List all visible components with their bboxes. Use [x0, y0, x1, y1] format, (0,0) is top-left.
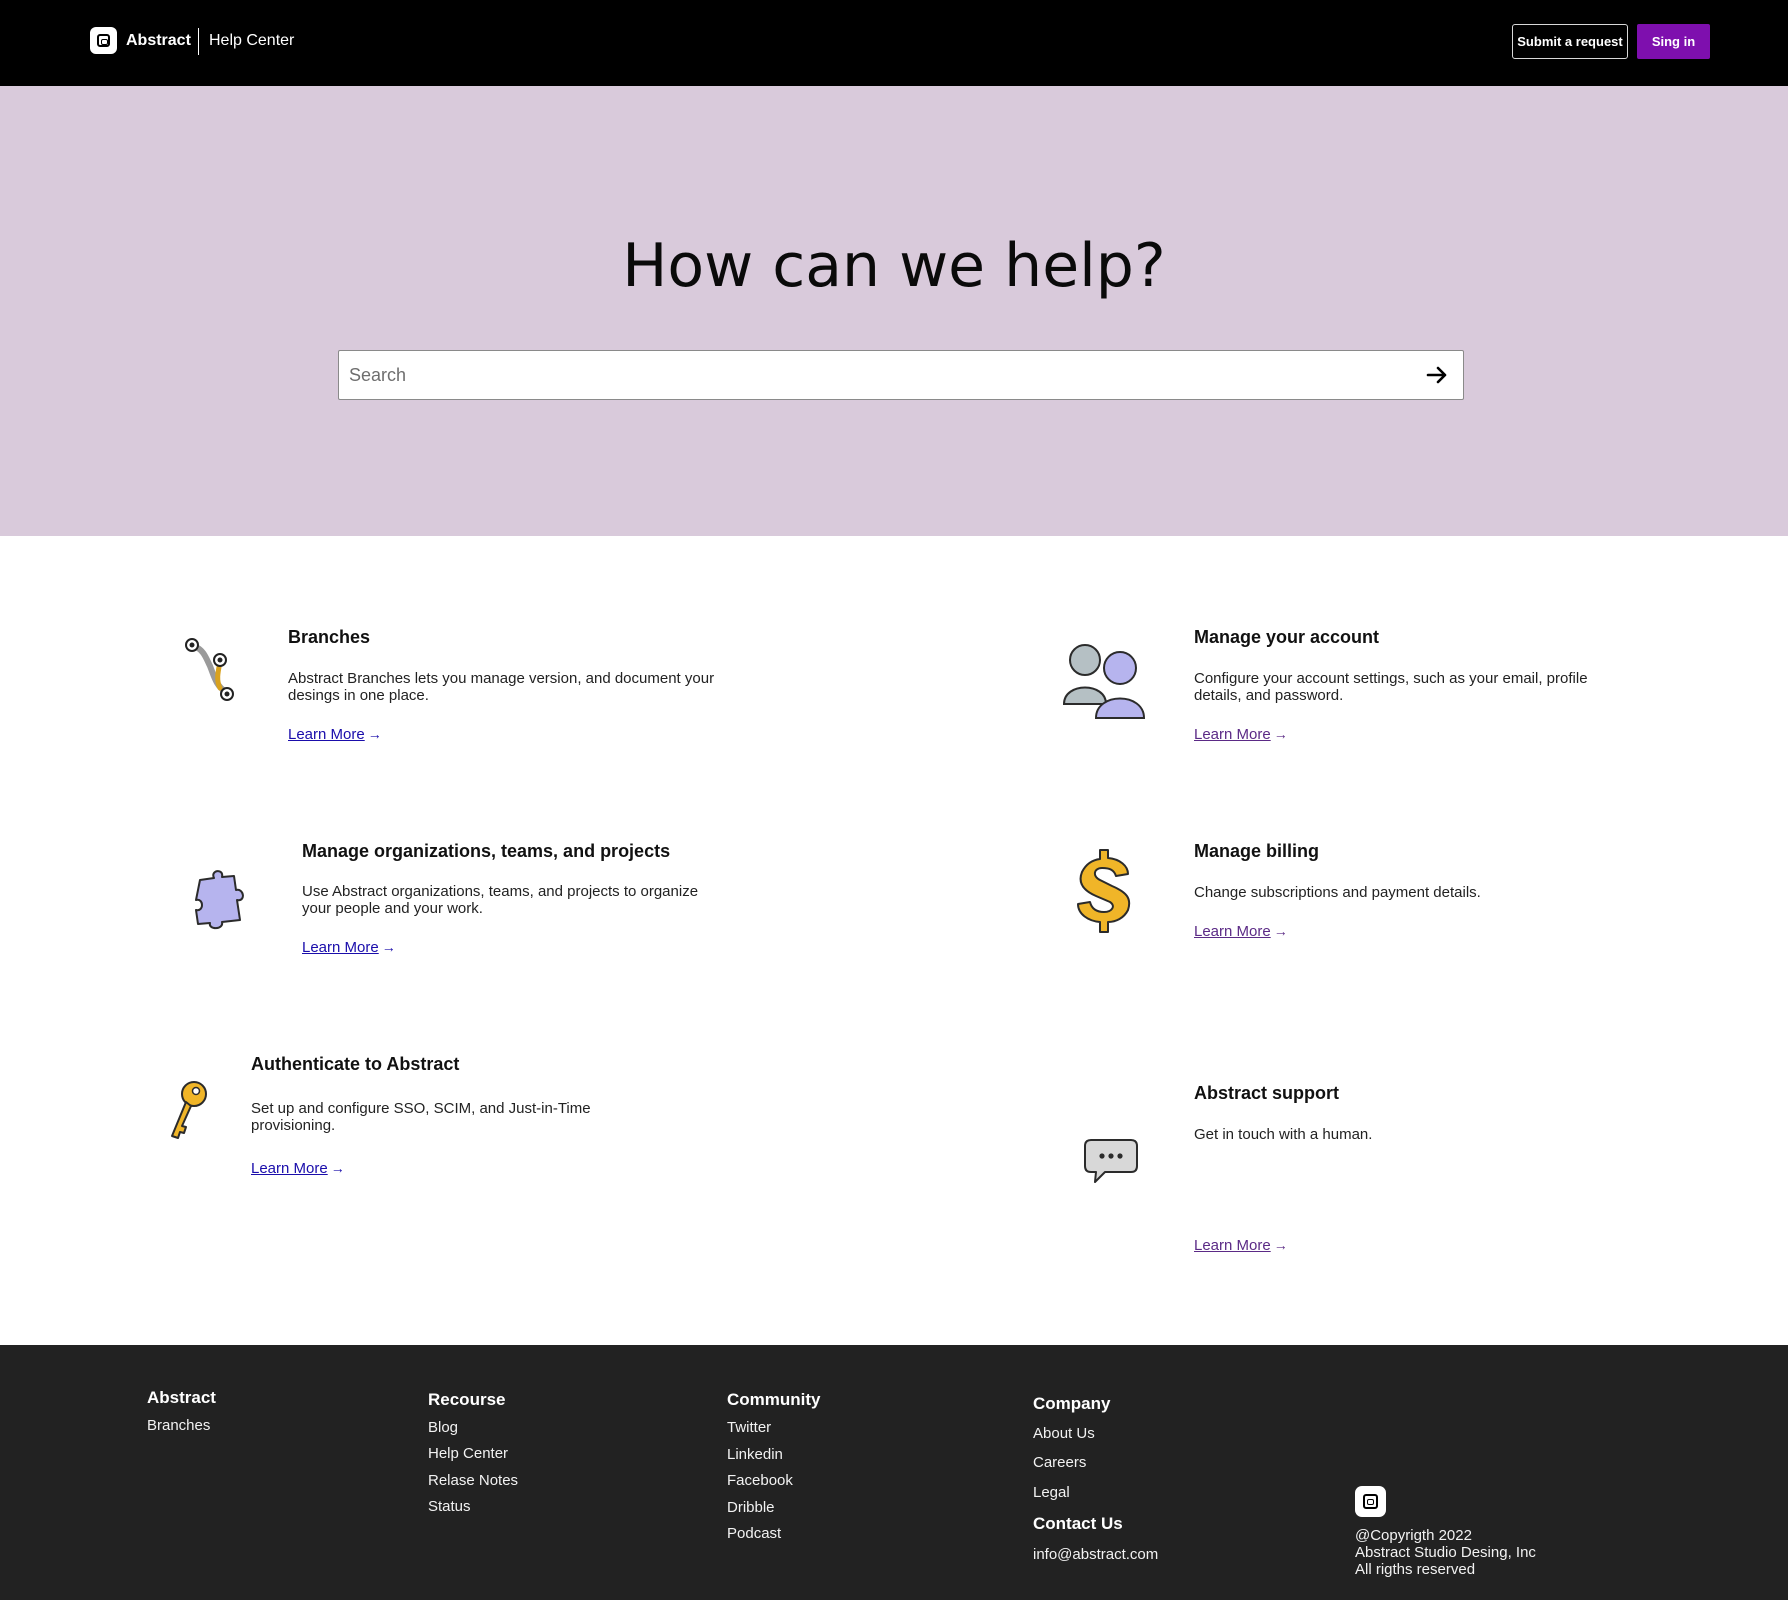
- abstract-logo-icon[interactable]: [1355, 1486, 1386, 1517]
- footer-link-podcast[interactable]: Podcast: [727, 1525, 781, 1542]
- submit-request-button[interactable]: Submit a request: [1512, 24, 1628, 59]
- card-title-manage-account: Manage your account: [1194, 627, 1380, 647]
- search-box: [338, 350, 1464, 400]
- learn-more-link-abstract-support[interactable]: Learn More →: [1194, 1237, 1288, 1254]
- footer-heading-community: Community: [727, 1390, 821, 1409]
- arrow-right-icon: →: [1273, 923, 1288, 939]
- arrow-right-icon: →: [1273, 726, 1288, 742]
- footer-link-legal[interactable]: Legal: [1033, 1484, 1070, 1501]
- card-title-branches: Branches: [288, 627, 371, 647]
- hero-title: How can we help?: [622, 231, 1166, 301]
- footer-heading-resource: Recourse: [428, 1390, 506, 1409]
- footer-link-status[interactable]: Status: [428, 1498, 471, 1515]
- footer-heading-company: Company: [1033, 1394, 1111, 1413]
- learn-more-label: Learn More: [1194, 923, 1271, 940]
- card-desc-manage-account: Configure your account settings, such as…: [1194, 670, 1588, 704]
- card-desc-manage-organizations: Use Abstract organizations, teams, and p…: [302, 883, 699, 917]
- arrow-right-icon: →: [381, 939, 396, 955]
- footer-link-linkedin[interactable]: Linkedin: [727, 1446, 783, 1463]
- card-title-abstract-support: Abstract support: [1194, 1083, 1340, 1103]
- sign-in-button[interactable]: Sing in: [1637, 24, 1710, 59]
- footer-link-careers[interactable]: Careers: [1033, 1454, 1086, 1471]
- footer-link-email[interactable]: info@abstract.com: [1033, 1546, 1158, 1563]
- arrow-right-icon: →: [1273, 1237, 1288, 1253]
- learn-more-link-branches[interactable]: Learn More →: [288, 726, 382, 743]
- footer-link-facebook[interactable]: Facebook: [727, 1472, 793, 1489]
- footer: Abstract Branches Recourse Blog Help Cen…: [0, 1345, 1788, 1600]
- brand-divider: [198, 28, 199, 55]
- copyright-line: @Copyrigth 2022: [1355, 1527, 1472, 1544]
- card-title-authenticate: Authenticate to Abstract: [251, 1054, 460, 1074]
- learn-more-label: Learn More: [288, 726, 365, 743]
- learn-more-link-authenticate[interactable]: Learn More →: [251, 1160, 345, 1177]
- learn-more-label: Learn More: [302, 939, 379, 956]
- puzzle-icon: [195, 870, 244, 930]
- chat-bubble-icon: [1084, 1139, 1138, 1183]
- learn-more-link-manage-organizations[interactable]: Learn More →: [302, 939, 396, 956]
- top-header: Abstract Help Center Submit a request Si…: [0, 0, 1788, 86]
- footer-link-dribble[interactable]: Dribble: [727, 1499, 775, 1516]
- card-desc-manage-billing: Change subscriptions and payment details…: [1194, 884, 1481, 901]
- footer-link-release-notes[interactable]: Relase Notes: [428, 1472, 518, 1489]
- brand-name[interactable]: Abstract: [126, 32, 191, 50]
- abstract-logo-icon[interactable]: [90, 27, 117, 54]
- card-title-manage-organizations: Manage organizations, teams, and project…: [302, 841, 671, 861]
- card-desc-authenticate: Set up and configure SSO, SCIM, and Just…: [251, 1100, 591, 1134]
- footer-heading-abstract: Abstract: [147, 1388, 216, 1407]
- card-title-manage-billing: Manage billing: [1194, 841, 1320, 861]
- learn-more-label: Learn More: [251, 1160, 328, 1177]
- footer-link-blog[interactable]: Blog: [428, 1419, 458, 1436]
- search-input[interactable]: [349, 351, 1409, 399]
- footer-link-twitter[interactable]: Twitter: [727, 1419, 771, 1436]
- learn-more-link-manage-billing[interactable]: Learn More →: [1194, 923, 1288, 940]
- footer-link-branches[interactable]: Branches: [147, 1417, 210, 1434]
- users-icon: [1062, 644, 1146, 719]
- learn-more-label: Learn More: [1194, 726, 1271, 743]
- arrow-right-icon[interactable]: [1425, 363, 1449, 387]
- company-line: Abstract Studio Desing, Inc: [1355, 1544, 1536, 1561]
- card-desc-branches: Abstract Branches lets you manage versio…: [288, 670, 715, 704]
- key-icon: [171, 1081, 207, 1139]
- learn-more-label: Learn More: [1194, 1237, 1271, 1254]
- rights-line: All rigths reserved: [1355, 1561, 1476, 1578]
- footer-link-about-us[interactable]: About Us: [1033, 1425, 1095, 1442]
- copyright-text: @Copyrigth 2022 Abstract Studio Desing, …: [1355, 1527, 1536, 1578]
- branches-icon: [185, 638, 234, 701]
- card-desc-abstract-support: Get in touch with a human.: [1194, 1126, 1373, 1143]
- footer-heading-contact-us: Contact Us: [1033, 1514, 1123, 1533]
- help-center-label[interactable]: Help Center: [209, 32, 294, 50]
- hero-section: How can we help?: [0, 86, 1788, 536]
- arrow-right-icon: →: [330, 1160, 345, 1176]
- learn-more-link-manage-account[interactable]: Learn More →: [1194, 726, 1288, 743]
- footer-link-help-center[interactable]: Help Center: [428, 1445, 508, 1462]
- dollar-icon: [1077, 849, 1131, 933]
- arrow-right-icon: →: [367, 726, 382, 742]
